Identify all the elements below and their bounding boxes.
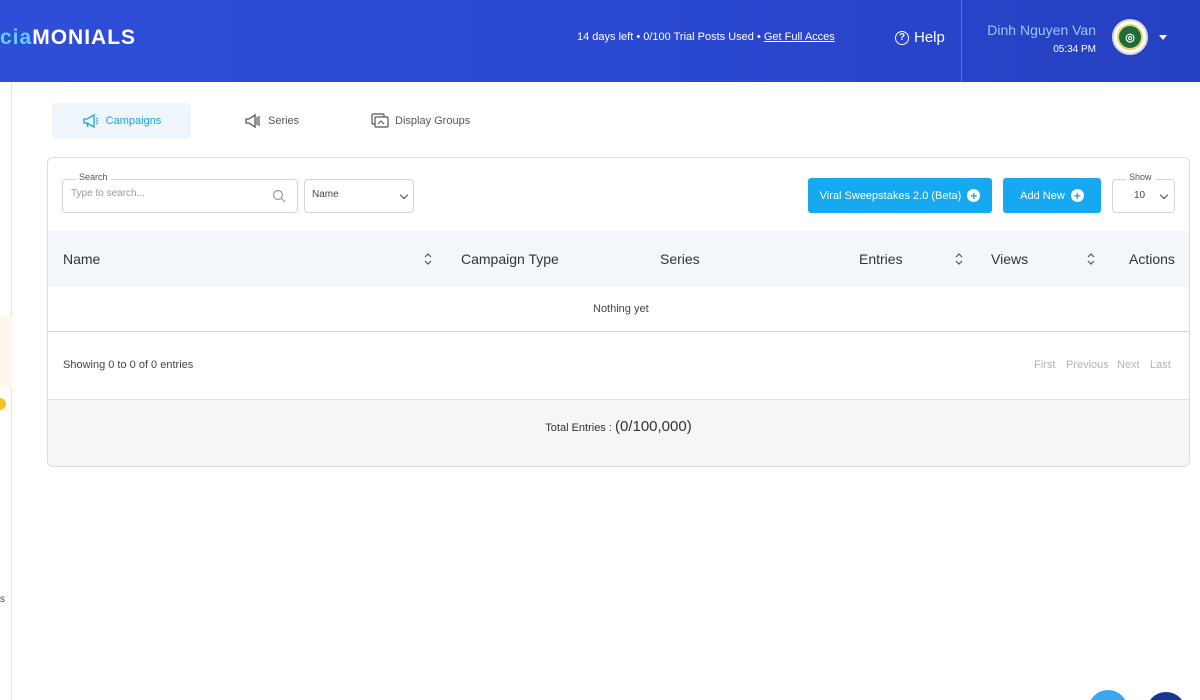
filter-select-value: Name [312,189,339,200]
plus-circle-icon: + [967,189,981,202]
add-new-label: Add New [1020,189,1065,202]
pager-last[interactable]: Last [1150,359,1171,371]
help-button[interactable]: ? Help [895,29,945,46]
megaphone-icon [83,113,99,129]
viral-sweepstakes-label: Viral Sweepstakes 2.0 (Beta) [819,189,962,202]
sort-icon[interactable] [1087,252,1095,266]
avatar[interactable]: ◎ [1112,19,1148,55]
display-groups-icon [371,113,389,128]
sidebar-item-label[interactable]: s [0,594,5,605]
sidebar-active-item[interactable] [0,316,12,388]
logo-prefix: cia [0,26,33,49]
sort-icon[interactable] [955,252,963,266]
top-header: ciaMONIALS 14 days left • 0/100 Trial Po… [0,0,1200,82]
show-entries-select[interactable]: 10 [1112,179,1175,213]
tab-display-groups[interactable]: Display Groups [371,103,470,139]
entries-summary: Showing 0 to 0 of 0 entries [63,359,194,371]
support-fab-button[interactable] [1146,692,1186,700]
question-icon: ? [895,30,909,45]
chat-fab-button[interactable] [1088,690,1128,700]
column-name[interactable]: Name [63,251,100,267]
sidebar [0,82,12,700]
sort-icon[interactable] [424,252,432,266]
filter-select[interactable]: Name [304,179,414,213]
pager-next[interactable]: Next [1117,359,1140,371]
search-icon[interactable] [272,189,286,203]
plus-circle-icon: + [1070,189,1084,202]
pager-previous[interactable]: Previous [1066,359,1109,371]
column-actions: Actions [1129,251,1175,267]
trial-text: 14 days left • 0/100 Trial Posts Used • [577,31,764,43]
tab-display-groups-label: Display Groups [395,115,471,127]
get-full-access-link[interactable]: Get Full Acces [764,31,835,43]
chevron-down-icon [1159,190,1169,200]
user-menu-caret-icon[interactable] [1159,35,1167,40]
user-time: 05:34 PM [1053,44,1096,55]
chevron-down-icon [399,190,409,200]
series-icon [245,113,260,129]
tab-series-label: Series [268,115,300,127]
user-name[interactable]: Dinh Nguyen Van [987,22,1096,38]
empty-state-text: Nothing yet [593,303,649,315]
total-entries-label: Total Entries : [545,422,612,434]
total-entries: Total Entries : (0/100,000) [0,418,1200,435]
logo-suffix: MONIALS [32,26,137,49]
show-entries-value: 10 [1134,190,1146,201]
trial-status: 14 days left • 0/100 Trial Posts Used • … [577,31,835,43]
column-entries[interactable]: Entries [859,251,903,267]
tab-campaigns-label: Campaigns [105,115,162,127]
column-views[interactable]: Views [991,251,1028,267]
help-label: Help [914,29,945,46]
tab-campaigns[interactable]: Campaigns [52,103,191,139]
search-field[interactable] [62,179,298,213]
add-new-button[interactable]: Add New + [1003,178,1101,213]
search-label: Search [76,172,111,182]
avatar-emblem-icon: ◎ [1117,24,1143,50]
tab-series[interactable]: Series [244,103,299,139]
column-campaign-type: Campaign Type [461,251,559,267]
header-divider [961,0,962,82]
total-entries-value: (0/100,000) [614,418,692,435]
search-input[interactable] [71,188,261,199]
app-logo[interactable]: ciaMONIALS [0,26,136,50]
viral-sweepstakes-button[interactable]: Viral Sweepstakes 2.0 (Beta) + [808,178,992,213]
show-label: Show [1126,172,1155,182]
pager-first[interactable]: First [1034,359,1055,371]
column-series: Series [660,251,700,267]
